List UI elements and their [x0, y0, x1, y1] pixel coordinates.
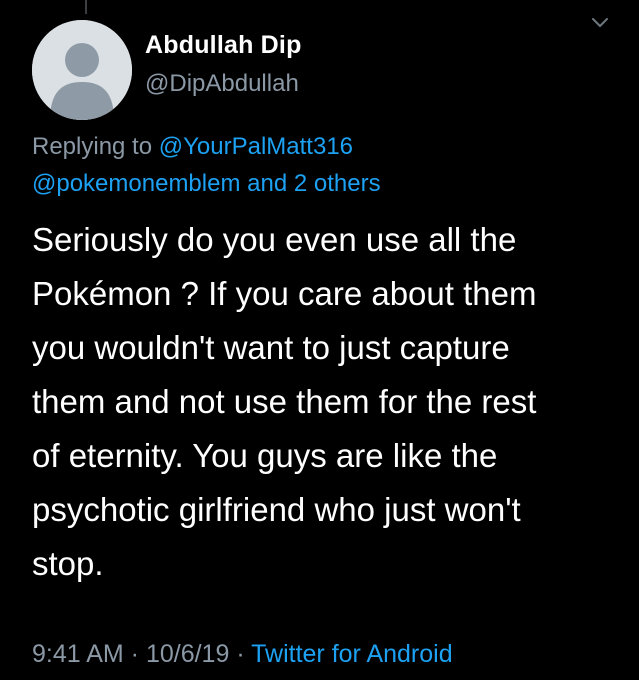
author-name[interactable]: Abdullah Dip — [145, 31, 302, 60]
tweet-source[interactable]: Twitter for Android — [251, 640, 452, 668]
avatar[interactable] — [32, 20, 132, 120]
replying-to-prefix: Replying to — [32, 133, 159, 160]
reply-conjunction: and — [240, 170, 294, 197]
author-handle[interactable]: @DipAbdullah — [145, 70, 299, 98]
thread-connector-line — [85, 0, 87, 14]
reply-mention-primary[interactable]: @YourPalMatt316 — [159, 133, 353, 160]
tweet-date[interactable]: 10/6/19 — [146, 640, 229, 668]
tweet-time[interactable]: 9:41 AM — [32, 640, 124, 668]
meta-separator: · — [229, 640, 252, 668]
chevron-down-icon[interactable] — [589, 12, 611, 34]
tweet-text: Seriously do you even use all the Pokémo… — [32, 221, 537, 582]
meta-separator: · — [123, 640, 146, 668]
tweet-metadata: 9:41 AM · 10/6/19 · Twitter for Android — [32, 640, 453, 669]
default-avatar-icon — [32, 20, 132, 120]
replying-to: Replying to @YourPalMatt316 @pokemonembl… — [32, 128, 381, 202]
reply-mention-secondary[interactable]: @pokemonemblem — [32, 170, 240, 197]
reply-others-link[interactable]: 2 others — [294, 170, 381, 197]
